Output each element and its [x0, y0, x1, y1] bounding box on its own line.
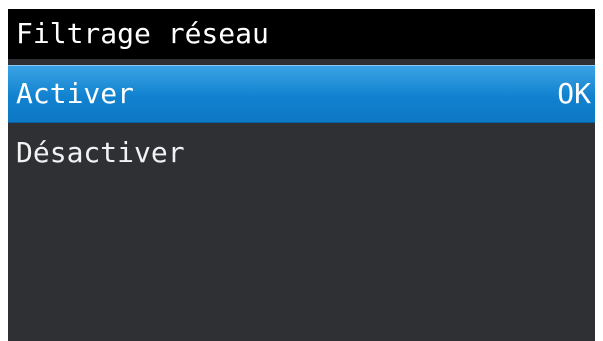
lcd-screen: Filtrage réseau Activer OK Désactiver — [8, 9, 595, 341]
menu-item-desactiver[interactable]: Désactiver — [8, 125, 595, 183]
title-bar: Filtrage réseau — [8, 9, 595, 59]
ok-button[interactable]: OK — [557, 78, 591, 110]
screen-title: Filtrage réseau — [16, 17, 269, 50]
menu-item-label: Désactiver — [16, 136, 185, 169]
menu-item-activer[interactable]: Activer OK — [8, 65, 595, 123]
menu-item-label: Activer — [16, 77, 135, 110]
